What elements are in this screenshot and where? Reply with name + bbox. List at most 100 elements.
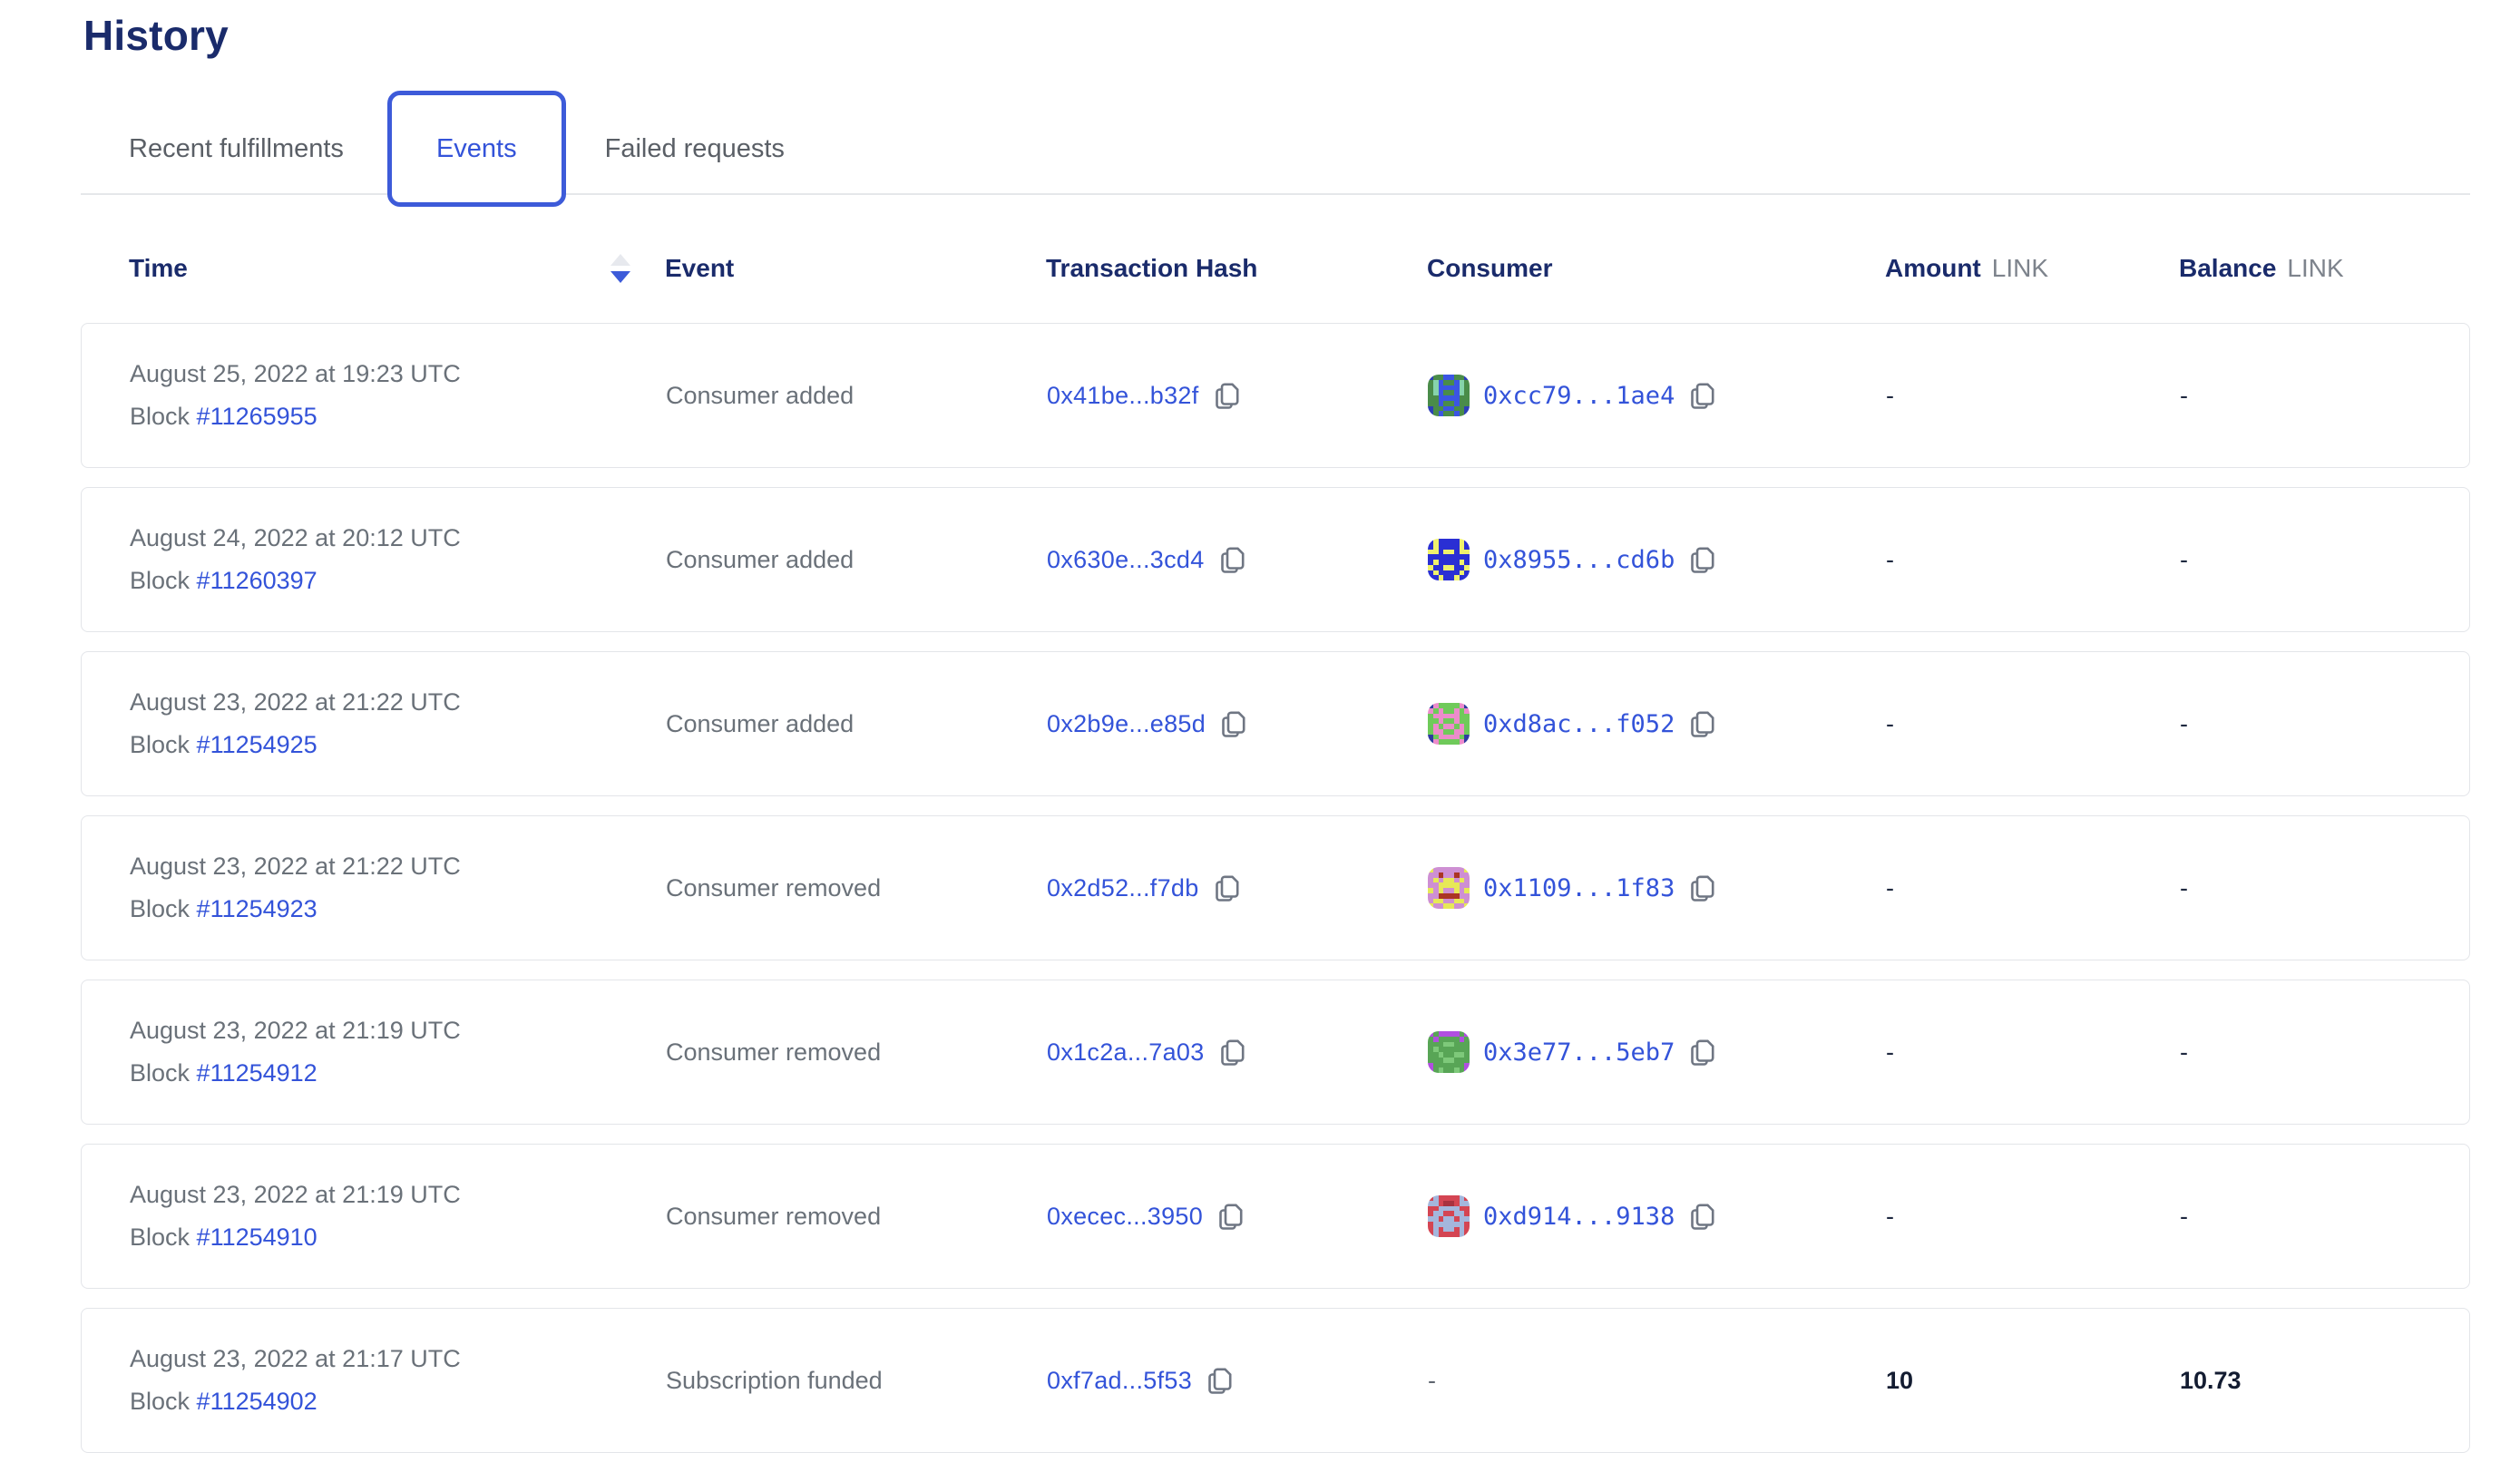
history-tabs: Recent fulfillments Events Failed reques…: [81, 91, 785, 207]
block-label: Block: [130, 1059, 190, 1087]
consumer-cell: 0x3e77...5eb7: [1428, 1031, 1886, 1073]
block-line: Block #11254910: [130, 1223, 666, 1252]
copy-icon[interactable]: [1688, 380, 1717, 411]
event-date: August 24, 2022 at 20:12 UTC: [130, 524, 666, 552]
copy-icon[interactable]: [1688, 544, 1717, 575]
sort-desc-icon: [610, 271, 630, 283]
column-header-consumer: Consumer: [1427, 254, 1885, 283]
copy-icon[interactable]: [1688, 1201, 1717, 1232]
balance-unit-label: LINK: [2287, 254, 2343, 283]
transaction-hash-link[interactable]: 0x1c2a...7a03: [1047, 1038, 1205, 1067]
column-header-transaction-hash: Transaction Hash: [1046, 254, 1427, 283]
transaction-hash-cell: 0x41be...b32f: [1047, 380, 1428, 411]
copy-icon[interactable]: [1206, 1365, 1235, 1396]
transaction-hash-link[interactable]: 0x41be...b32f: [1047, 382, 1199, 410]
transaction-hash-cell: 0x2b9e...e85d: [1047, 708, 1428, 739]
copy-icon[interactable]: [1213, 872, 1242, 903]
table-row: August 23, 2022 at 21:17 UTC Block #1125…: [81, 1308, 2470, 1453]
consumer-address-link[interactable]: 0x1109...1f83: [1483, 874, 1675, 902]
event-date: August 23, 2022 at 21:22 UTC: [130, 688, 666, 717]
block-number-link[interactable]: #11254910: [197, 1223, 317, 1251]
event-type: Consumer removed: [666, 1038, 1047, 1067]
consumer-cell: 0xd914...9138: [1428, 1195, 1886, 1237]
event-date: August 25, 2022 at 19:23 UTC: [130, 360, 666, 388]
block-label: Block: [130, 731, 190, 758]
amount-value: -: [1886, 1038, 2180, 1067]
copy-icon[interactable]: [1213, 380, 1242, 411]
block-number-link[interactable]: #11254925: [197, 731, 317, 758]
event-type: Consumer added: [666, 546, 1047, 574]
event-type: Consumer removed: [666, 1203, 1047, 1231]
consumer-avatar: [1428, 1031, 1470, 1073]
copy-icon[interactable]: [1216, 1201, 1245, 1232]
block-line: Block #11254923: [130, 895, 666, 923]
consumer-address-link[interactable]: 0x8955...cd6b: [1483, 546, 1675, 574]
consumer-avatar: [1428, 375, 1470, 416]
consumer-cell: 0x1109...1f83: [1428, 867, 1886, 909]
transaction-hash-link[interactable]: 0xecec...3950: [1047, 1203, 1203, 1231]
amount-value: -: [1886, 710, 2180, 738]
column-header-amount: Amount LINK: [1885, 254, 2179, 283]
balance-value: -: [2180, 546, 2471, 574]
transaction-hash-cell: 0x630e...3cd4: [1047, 544, 1428, 575]
transaction-hash-cell: 0xecec...3950: [1047, 1201, 1428, 1232]
amount-unit-label: LINK: [1992, 254, 2048, 283]
block-number-link[interactable]: #11254902: [197, 1388, 317, 1415]
table-row: August 23, 2022 at 21:19 UTC Block #1125…: [81, 1144, 2470, 1289]
balance-value: -: [2180, 1038, 2471, 1067]
block-label: Block: [130, 895, 190, 922]
transaction-hash-link[interactable]: 0xf7ad...5f53: [1047, 1367, 1192, 1395]
amount-value: -: [1886, 1203, 2180, 1231]
table-row: August 23, 2022 at 21:22 UTC Block #1125…: [81, 815, 2470, 960]
copy-icon[interactable]: [1218, 544, 1247, 575]
tab-recent-fulfillments[interactable]: Recent fulfillments: [129, 134, 344, 164]
column-header-time[interactable]: Time: [129, 254, 665, 283]
block-number-link[interactable]: #11265955: [197, 403, 317, 430]
table-row: August 23, 2022 at 21:22 UTC Block #1125…: [81, 651, 2470, 796]
block-number-link[interactable]: #11254912: [197, 1059, 317, 1087]
block-label: Block: [130, 1223, 190, 1251]
copy-icon[interactable]: [1688, 1037, 1717, 1067]
table-row: August 23, 2022 at 21:19 UTC Block #1125…: [81, 980, 2470, 1125]
time-cell: August 24, 2022 at 20:12 UTC Block #1126…: [130, 524, 666, 595]
copy-icon[interactable]: [1688, 708, 1717, 739]
block-number-link[interactable]: #11254923: [197, 895, 317, 922]
transaction-hash-link[interactable]: 0x2d52...f7db: [1047, 874, 1199, 902]
sort-arrows-icon[interactable]: [610, 254, 630, 283]
block-number-link[interactable]: #11260397: [197, 567, 317, 594]
block-label: Block: [130, 1388, 190, 1415]
event-date: August 23, 2022 at 21:17 UTC: [130, 1345, 666, 1373]
amount-value: 10: [1886, 1367, 2180, 1395]
block-line: Block #11254925: [130, 731, 666, 759]
column-header-balance: Balance LINK: [2179, 254, 2470, 283]
time-cell: August 23, 2022 at 21:19 UTC Block #1125…: [130, 1017, 666, 1087]
table-row: August 25, 2022 at 19:23 UTC Block #1126…: [81, 323, 2470, 468]
block-line: Block #11265955: [130, 403, 666, 431]
consumer-address-link[interactable]: 0xd914...9138: [1483, 1203, 1675, 1231]
events-table-body: August 25, 2022 at 19:23 UTC Block #1126…: [81, 323, 2470, 1472]
tab-failed-requests[interactable]: Failed requests: [605, 134, 785, 164]
consumer-address-link[interactable]: 0x3e77...5eb7: [1483, 1038, 1675, 1067]
column-header-event: Event: [665, 254, 1046, 283]
transaction-hash-cell: 0x2d52...f7db: [1047, 872, 1428, 903]
copy-icon[interactable]: [1688, 872, 1717, 903]
transaction-hash-link[interactable]: 0x630e...3cd4: [1047, 546, 1205, 574]
copy-icon[interactable]: [1218, 1037, 1247, 1067]
time-cell: August 23, 2022 at 21:22 UTC Block #1125…: [130, 688, 666, 759]
transaction-hash-cell: 0x1c2a...7a03: [1047, 1037, 1428, 1067]
event-date: August 23, 2022 at 21:19 UTC: [130, 1017, 666, 1045]
event-type: Consumer added: [666, 710, 1047, 738]
consumer-address-link[interactable]: 0xd8ac...f052: [1483, 710, 1675, 738]
tab-events[interactable]: Events: [387, 91, 566, 207]
copy-icon[interactable]: [1219, 708, 1248, 739]
time-cell: August 23, 2022 at 21:17 UTC Block #1125…: [130, 1345, 666, 1416]
transaction-hash-link[interactable]: 0x2b9e...e85d: [1047, 710, 1206, 738]
consumer-avatar: [1428, 703, 1470, 745]
consumer-address-link[interactable]: 0xcc79...1ae4: [1483, 382, 1675, 410]
event-date: August 23, 2022 at 21:19 UTC: [130, 1181, 666, 1209]
consumer-cell: 0x8955...cd6b: [1428, 539, 1886, 580]
amount-value: -: [1886, 874, 2180, 902]
block-line: Block #11254902: [130, 1388, 666, 1416]
consumer-cell: 0xd8ac...f052: [1428, 703, 1886, 745]
block-label: Block: [130, 403, 190, 430]
